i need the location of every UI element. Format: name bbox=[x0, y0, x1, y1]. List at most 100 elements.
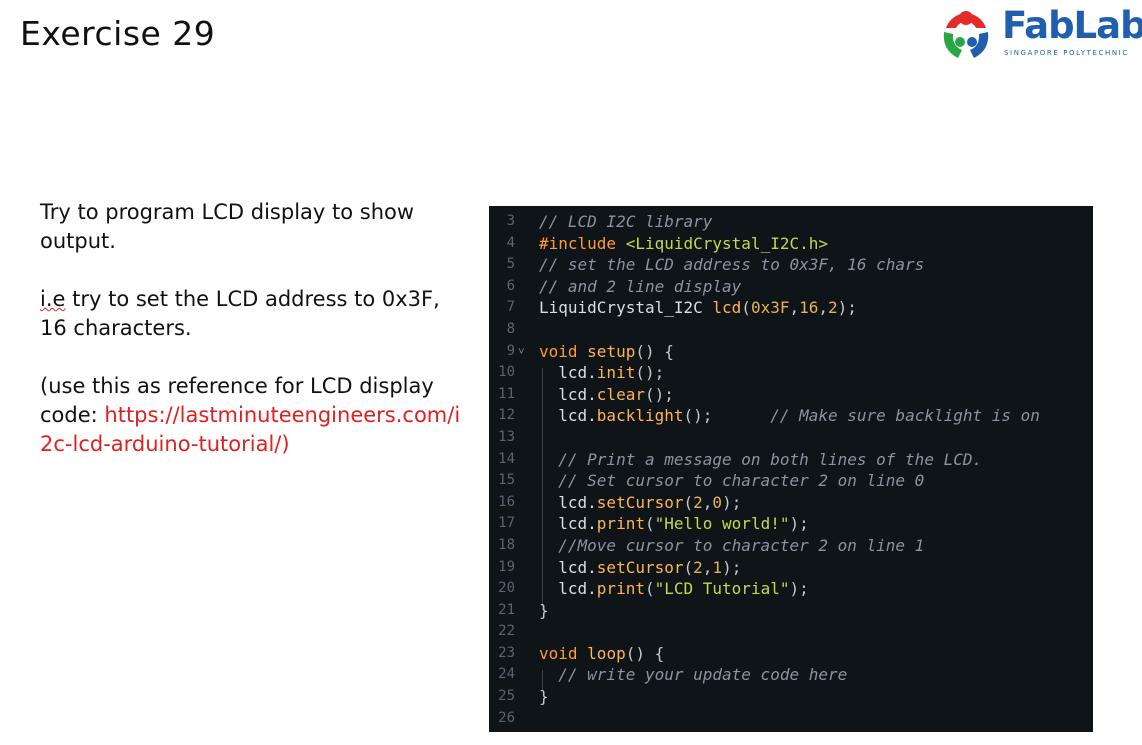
code-token: <LiquidCrystal_I2C.h> bbox=[625, 233, 828, 253]
code-token: "Hello world!" bbox=[654, 514, 790, 534]
code-token: ); bbox=[837, 298, 857, 318]
line-number: 9 bbox=[506, 342, 515, 359]
code-token: lcd. bbox=[539, 492, 597, 512]
code-token: 1 bbox=[712, 557, 723, 577]
code-token: 0 bbox=[712, 492, 723, 512]
code-token: print bbox=[596, 579, 645, 599]
code-token: // Set cursor to character 2 on line 0 bbox=[558, 471, 925, 491]
code-token: ( bbox=[644, 514, 655, 534]
code-line: 14 // Print a message on both lines of t… bbox=[489, 449, 1093, 471]
code-text: // Set cursor to character 2 on line 0 bbox=[539, 470, 924, 492]
code-text: lcd.print("Hello world!"); bbox=[539, 513, 809, 535]
code-line: 6 // and 2 line display bbox=[489, 276, 1093, 298]
instruction-3: (use this as reference for LCD display c… bbox=[40, 372, 470, 459]
line-number: 18 bbox=[498, 536, 515, 553]
code-line: 23 void loop() { bbox=[489, 643, 1093, 665]
code-token: 2 bbox=[693, 492, 703, 512]
code-token: ); bbox=[722, 557, 742, 577]
code-text: lcd.setCursor(2,0); bbox=[539, 492, 741, 514]
code-token: void bbox=[539, 643, 588, 663]
code-lines: 3 // LCD I2C library 4 #include <LiquidCrys… bbox=[489, 206, 1093, 729]
code-line: 19 lcd.setCursor(2,1); bbox=[489, 557, 1093, 579]
code-token: // LCD I2C library bbox=[539, 212, 713, 231]
code-line: 11 lcd.clear(); bbox=[489, 384, 1093, 406]
code-text: void loop() { bbox=[539, 643, 664, 665]
logo-wordmark: FabLab bbox=[1002, 4, 1142, 47]
code-token: loop bbox=[587, 643, 626, 663]
code-line: 7 LiquidCrystal_I2C lcd(0x3F,16,2); bbox=[489, 297, 1093, 319]
code-token: ); bbox=[722, 492, 742, 512]
code-line: 3 // LCD I2C library bbox=[489, 211, 1093, 233]
code-text: lcd.clear(); bbox=[539, 384, 674, 406]
code-line: 15 // Set cursor to character 2 on line … bbox=[489, 470, 1093, 492]
code-line: 12 lcd.backlight(); // Make sure backlig… bbox=[489, 405, 1093, 427]
line-number: 11 bbox=[498, 385, 515, 402]
code-token: 16 bbox=[799, 298, 819, 318]
code-text: #include <LiquidCrystal_I2C.h> bbox=[539, 233, 828, 255]
code-token: // write your update code here bbox=[558, 665, 848, 685]
instruction-1: Try to program LCD display to show outpu… bbox=[40, 200, 415, 253]
line-number: 5 bbox=[506, 256, 515, 273]
code-text: } bbox=[539, 600, 549, 622]
code-token: , bbox=[702, 557, 713, 577]
code-token: ( bbox=[683, 557, 694, 577]
line-number: 16 bbox=[498, 493, 515, 510]
code-token: } bbox=[539, 600, 549, 620]
code-token: init bbox=[596, 363, 636, 383]
fablab-logo: FabLab SINGAPORE POLYTECHNIC bbox=[938, 4, 1142, 64]
code-text: // LCD I2C library bbox=[539, 211, 712, 233]
code-line: 8 bbox=[489, 319, 1093, 341]
line-number: 21 bbox=[498, 601, 515, 618]
code-token: () { bbox=[635, 341, 674, 361]
code-token: lcd. bbox=[539, 514, 597, 534]
code-token: 2 bbox=[693, 557, 703, 577]
code-text: lcd.setCursor(2,1); bbox=[539, 557, 741, 579]
code-token: LiquidCrystal_I2C bbox=[539, 298, 713, 318]
code-line: 22 bbox=[489, 621, 1093, 643]
line-number: 25 bbox=[498, 688, 515, 705]
instruction-2: i.e try to set the LCD address to 0x3F, … bbox=[40, 285, 470, 343]
reference-link[interactable]: https://lastminuteengineers.com/i2c-lcd-… bbox=[40, 403, 460, 456]
code-token: ( bbox=[741, 298, 751, 318]
code-token: ( bbox=[683, 492, 694, 512]
line-number: 26 bbox=[498, 709, 515, 726]
code-token: "LCD Tutorial" bbox=[654, 579, 790, 599]
code-token: ); bbox=[789, 514, 809, 534]
code-token: print bbox=[596, 514, 645, 534]
line-number: 3 bbox=[506, 213, 515, 229]
line-number: 15 bbox=[498, 472, 515, 489]
line-number: 8 bbox=[506, 320, 515, 337]
code-token: setCursor bbox=[596, 557, 684, 577]
code-token: , bbox=[789, 298, 800, 318]
code-text: void setup() { bbox=[539, 341, 674, 363]
code-token: lcd bbox=[712, 298, 742, 318]
code-text: // write your update code here bbox=[539, 664, 847, 686]
code-token: , bbox=[702, 492, 713, 512]
code-text: LiquidCrystal_I2C lcd(0x3F,16,2); bbox=[539, 297, 857, 319]
code-text: lcd.backlight(); // Make sure backlight … bbox=[539, 405, 1040, 427]
slide-title: Exercise 29 bbox=[20, 14, 216, 53]
line-number: 14 bbox=[498, 450, 515, 467]
fablab-logo-icon bbox=[941, 10, 991, 60]
code-token: void bbox=[539, 341, 588, 361]
code-line: 10 lcd.init(); bbox=[489, 362, 1093, 384]
code-text: } bbox=[539, 686, 549, 708]
line-number: 23 bbox=[498, 644, 515, 661]
code-token: // Make sure backlight is on bbox=[770, 406, 1040, 426]
code-token: 2 bbox=[828, 298, 838, 318]
code-token: lcd. bbox=[539, 363, 597, 383]
code-token: //Move cursor to character 2 on line 1 bbox=[558, 535, 925, 555]
code-text: // set the LCD address to 0x3F, 16 chars bbox=[539, 254, 924, 276]
code-token: (); bbox=[683, 406, 771, 426]
code-line: 17 lcd.print("Hello world!"); bbox=[489, 513, 1093, 535]
code-text: //Move cursor to character 2 on line 1 bbox=[539, 535, 924, 557]
code-token: ); bbox=[789, 579, 809, 599]
fold-chevron-icon[interactable]: ˅ bbox=[518, 341, 525, 363]
code-text: lcd.print("LCD Tutorial"); bbox=[539, 578, 809, 600]
code-token: setup bbox=[587, 341, 636, 361]
line-number: 12 bbox=[498, 407, 515, 424]
code-text: lcd.init(); bbox=[539, 362, 664, 384]
